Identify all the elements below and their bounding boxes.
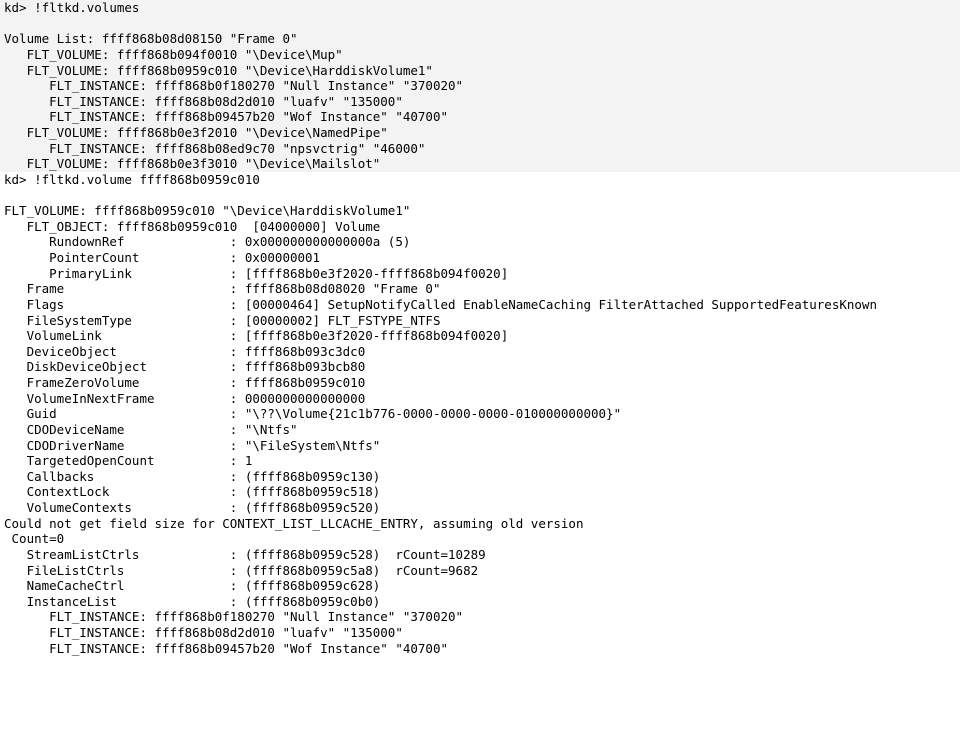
terminal-block-2: kd> !fltkd.volume ffff868b0959c010 FLT_V… <box>0 172 960 656</box>
terminal-block-1: kd> !fltkd.volumes Volume List: ffff868b… <box>0 0 960 172</box>
